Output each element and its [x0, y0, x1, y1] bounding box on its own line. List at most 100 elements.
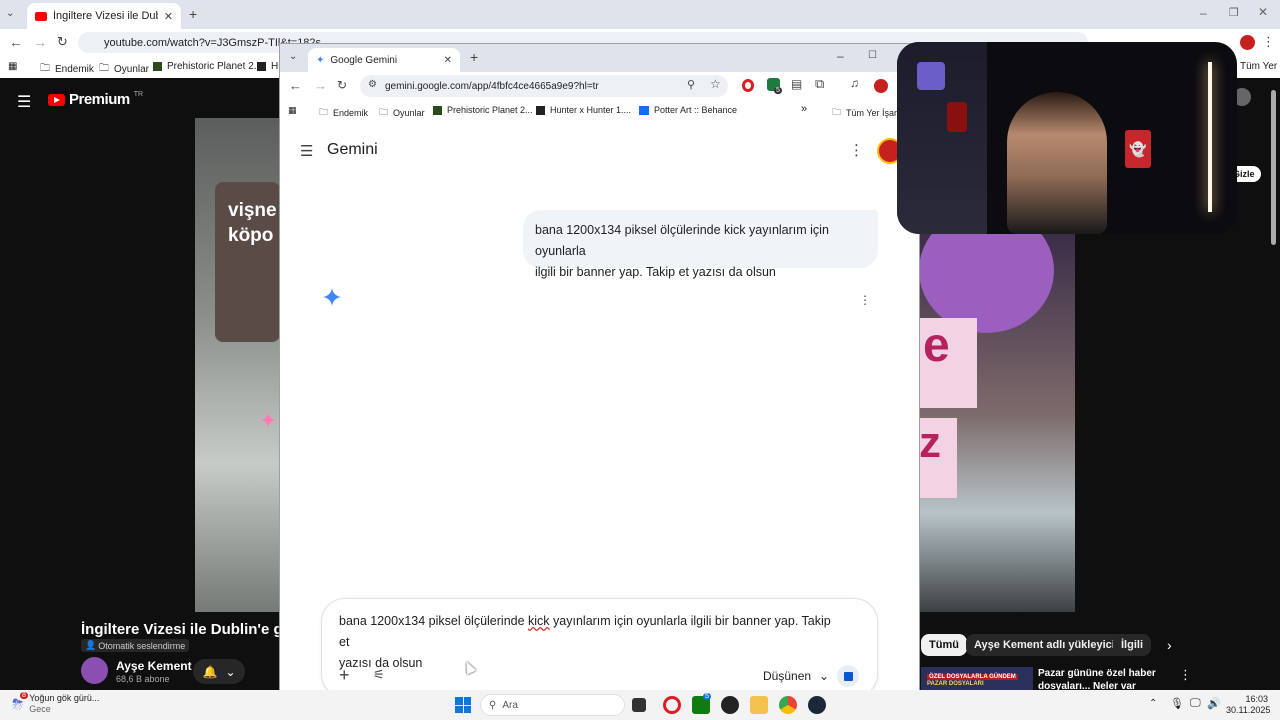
task-view-icon[interactable] — [632, 698, 646, 712]
window-minimize-button[interactable]: – — [837, 49, 844, 63]
bookmarks-overflow-button[interactable]: » — [801, 103, 807, 115]
fg-bookmark-endemik[interactable]: 🗀 Endemik — [319, 105, 368, 121]
subscribe-bell-button[interactable]: 🔔 ⌄ — [193, 659, 245, 684]
fg-bookmark-oyunlar[interactable]: 🗀 Oyunlar — [379, 105, 425, 121]
channel-name[interactable]: Ayşe Kement — [116, 659, 192, 673]
bg-all-bookmarks[interactable]: Tüm Yer İşaretleri — [1240, 61, 1280, 72]
recommended-thumbnail[interactable]: ÖZEL DOSYALARLA GÜNDEM PAZAR DOSYALARI — [921, 667, 1033, 690]
file-explorer-icon[interactable] — [750, 696, 768, 714]
apps-grid-icon[interactable]: ▦ — [288, 105, 297, 116]
bookmark-favicon-icon — [153, 62, 162, 71]
close-icon[interactable]: ✕ — [164, 10, 173, 23]
bg-bookmark-prehistoric[interactable]: Prehistoric Planet 2... — [153, 61, 262, 72]
recommended-title[interactable]: Pazar gününe özel haber dosyaları... Nel… — [1038, 667, 1168, 690]
main-menu-icon[interactable]: ☰ — [300, 142, 313, 160]
site-info-icon[interactable]: ⚙ — [368, 79, 377, 90]
more-options-icon[interactable]: ⋮ — [1179, 667, 1192, 683]
windows-taskbar: ⛈ 8 Yoğun gök gürü... Gece ⚲ Ara 5 ⌃ 🎙 🖵… — [0, 690, 1280, 720]
tools-icon[interactable]: ⚟ — [373, 667, 385, 683]
bg-tab-youtube[interactable]: İngiltere Vizesi ile Dublin'e geld ✕ — [27, 3, 181, 29]
new-tab-button[interactable]: + — [189, 6, 197, 22]
fg-bookmark-behance[interactable]: Potter Art :: Behance — [639, 105, 737, 115]
folder-icon: 🗀 — [40, 63, 50, 74]
more-options-icon[interactable]: ⋮ — [849, 141, 864, 159]
chevron-down-icon: ⌄ — [225, 664, 236, 679]
gemini-brand[interactable]: Gemini — [327, 141, 378, 159]
profile-avatar-icon[interactable] — [1240, 35, 1255, 50]
chip-related[interactable]: İlgili — [1113, 634, 1151, 656]
chrome-icon[interactable] — [779, 696, 797, 714]
overlay-text: vişne köpo — [228, 200, 277, 246]
fg-url-text: gemini.google.com/app/4fbfc4ce4665a9e9?h… — [385, 80, 599, 92]
opera-icon[interactable] — [663, 696, 681, 714]
bg-bookmark-oyunlar[interactable]: 🗀 Oyunlar — [99, 61, 149, 78]
bookmark-favicon-icon — [433, 105, 442, 115]
fg-tab-gemini[interactable]: ✦ Google Gemini ✕ — [308, 48, 460, 72]
bookmark-star-icon[interactable]: ☆ — [710, 77, 721, 91]
window-close-button[interactable]: ✕ — [1258, 5, 1268, 19]
scrollbar[interactable] — [1271, 90, 1276, 245]
add-file-icon[interactable]: + — [339, 665, 350, 686]
light-bar — [1208, 62, 1212, 212]
auto-dub-badge: 👤 Otomatik seslendirme — [81, 639, 190, 652]
chip-all[interactable]: Tümü — [921, 634, 967, 656]
window-minimize-button[interactable]: – — [1200, 6, 1207, 20]
bg-tab-strip: ⌄ İngiltere Vizesi ile Dublin'e geld ✕ +… — [0, 0, 1280, 29]
forward-icon[interactable]: → — [33, 34, 47, 50]
new-tab-button[interactable]: + — [470, 49, 478, 65]
model-selector[interactable]: Düşünen ⌄ — [763, 669, 829, 683]
decorative-letter: e — [919, 318, 977, 408]
bg-tab-search-button[interactable]: ⌄ — [6, 8, 20, 22]
apps-grid-icon[interactable]: ▦ — [8, 61, 17, 72]
forward-icon[interactable]: → — [314, 78, 327, 93]
reload-icon[interactable]: ↻ — [57, 34, 68, 50]
webcam-overlay: 👻 — [897, 42, 1237, 234]
folder-icon: 🗀 — [832, 107, 842, 117]
prompt-input[interactable]: bana 1200x134 piksel ölçülerinde kick ya… — [321, 598, 878, 690]
extensions-puzzle-icon[interactable]: ⧉ — [815, 76, 824, 92]
gemini-star-icon — [323, 288, 341, 306]
taskbar-search[interactable]: ⚲ Ara — [480, 694, 625, 716]
fg-address-bar[interactable]: ⚙ gemini.google.com/app/4fbfc4ce4665a9e9… — [360, 75, 728, 97]
network-icon[interactable]: 🖵 — [1190, 697, 1201, 710]
reading-list-icon[interactable]: ▤ — [791, 77, 802, 91]
stop-button[interactable] — [837, 665, 859, 687]
prompt-text[interactable]: bana 1200x134 piksel ölçülerinde kick ya… — [339, 611, 839, 674]
back-icon[interactable]: ← — [289, 78, 302, 93]
hamburger-menu-icon[interactable]: ☰ — [17, 92, 31, 112]
weather-widget[interactable]: ⛈ 8 Yoğun gök gürü... Gece — [12, 691, 99, 715]
microphone-icon[interactable]: 🎙 — [1170, 697, 1184, 710]
close-icon[interactable]: ✕ — [444, 55, 452, 66]
response-options-icon[interactable]: ⋮ — [859, 293, 871, 307]
folder-icon: 🗀 — [99, 63, 109, 74]
window-maximize-button[interactable]: ☐ — [868, 50, 877, 61]
bg-tab-title: İngiltere Vizesi ile Dublin'e geld — [53, 10, 158, 22]
gemini-app: ☰ Gemini ⋮ bana 1200x134 piksel ölçüleri… — [280, 122, 919, 690]
menu-dots-icon[interactable]: ⋮ — [1262, 34, 1275, 50]
gemini-favicon-icon: ✦ — [316, 54, 325, 66]
decorative-letter: z — [919, 418, 957, 498]
steam-icon[interactable] — [808, 696, 826, 714]
volume-icon[interactable]: 🔊 — [1207, 697, 1221, 710]
reload-icon[interactable]: ↻ — [337, 78, 347, 92]
bg-bookmark-endemik[interactable]: 🗀 Endemik — [40, 61, 94, 78]
bookmark-favicon-icon — [536, 105, 545, 115]
fg-bookmark-prehistoric[interactable]: Prehistoric Planet 2... — [433, 105, 533, 115]
channel-avatar[interactable] — [81, 657, 108, 684]
chevron-down-icon: ⌄ — [819, 669, 830, 683]
tab-search-icon[interactable]: ⌄ — [289, 51, 297, 62]
youtube-logo[interactable]: Premium TR — [48, 91, 143, 108]
profile-avatar-icon[interactable] — [874, 79, 888, 93]
zoom-icon[interactable]: ⚲ — [687, 78, 695, 91]
chevron-right-icon[interactable]: › — [1167, 637, 1172, 653]
video-player[interactable]: vişne köpo ✦ — [195, 118, 280, 612]
fg-bookmark-hunter[interactable]: Hunter x Hunter 1.... — [536, 105, 631, 115]
tray-chevron-up-icon[interactable]: ⌃ — [1149, 698, 1157, 709]
start-button[interactable] — [455, 697, 471, 713]
media-control-icon[interactable]: ♫ — [850, 76, 859, 90]
clock[interactable]: 16:03 30.11.2025 — [1226, 694, 1270, 716]
opera-extension-icon[interactable] — [742, 79, 754, 92]
back-icon[interactable]: ← — [9, 34, 23, 50]
game-app-icon[interactable] — [721, 696, 739, 714]
window-restore-button[interactable]: ❐ — [1229, 6, 1239, 19]
